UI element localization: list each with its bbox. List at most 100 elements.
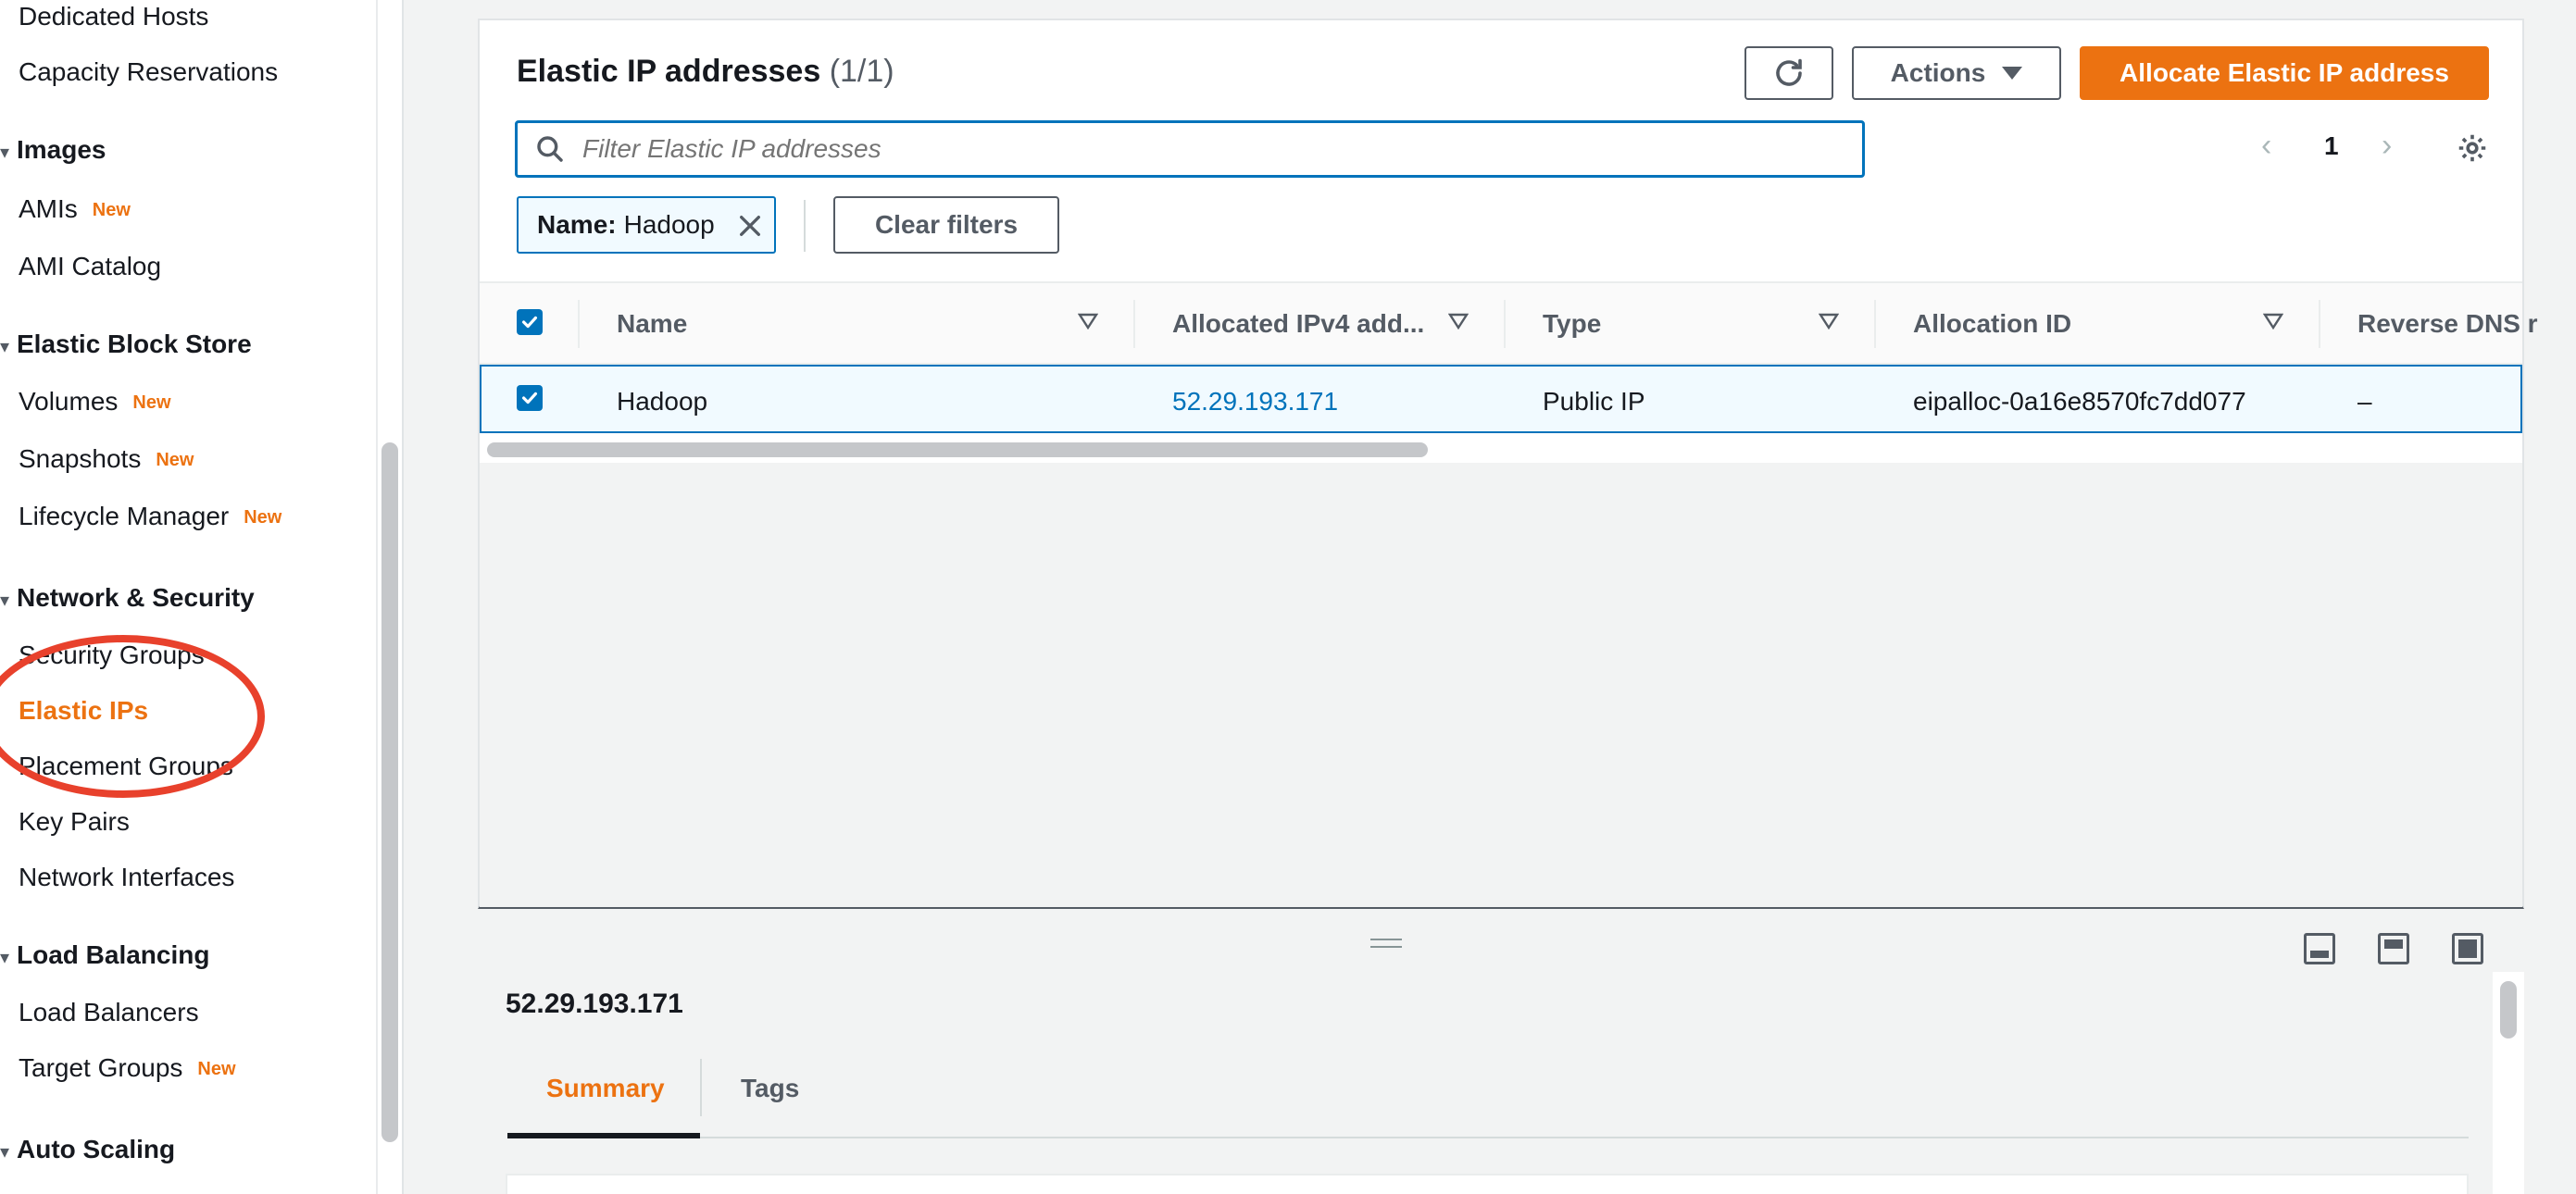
- split-panel-side-icon[interactable]: [2378, 933, 2409, 964]
- sidebar-item-network-interfaces[interactable]: Network Interfaces: [19, 863, 234, 892]
- actions-label: Actions: [1890, 58, 1986, 87]
- sort-icon[interactable]: [1077, 313, 1099, 334]
- table-empty-area: [480, 463, 2522, 907]
- sort-icon[interactable]: [1818, 313, 1840, 334]
- sidebar-item-key-pairs[interactable]: Key Pairs: [19, 807, 130, 837]
- filter-token-value: Hadoop: [623, 210, 715, 239]
- sort-icon[interactable]: [2262, 313, 2284, 334]
- section-label: Elastic Block Store: [17, 330, 252, 358]
- filter-token: Name: Hadoop: [517, 196, 776, 254]
- elastic-ip-table-panel: Elastic IP addresses (1/1) Actions Alloc…: [478, 19, 2538, 909]
- column-separator[interactable]: [578, 300, 580, 348]
- caret-down-icon: ▾: [0, 143, 10, 163]
- sidebar-item-label: Snapshots: [19, 444, 142, 473]
- tabs-divider: [507, 1137, 2469, 1138]
- table-row[interactable]: Hadoop 52.29.193.171 Public IP eipalloc-…: [480, 365, 2522, 433]
- sidebar-section-ebs[interactable]: ▾ Elastic Block Store: [0, 330, 252, 359]
- sidebar-item-dedicated-hosts[interactable]: Dedicated Hosts: [19, 2, 208, 31]
- detail-scrollbar-thumb[interactable]: [2500, 981, 2517, 1039]
- new-badge: New: [156, 450, 194, 470]
- select-all-checkbox[interactable]: [517, 309, 543, 335]
- section-label: Load Balancing: [17, 940, 210, 969]
- sidebar-nav: Dedicated Hosts Capacity Reservations ▾ I…: [0, 0, 378, 1194]
- column-separator[interactable]: [1874, 300, 1876, 348]
- filter-search-box[interactable]: [515, 120, 1865, 178]
- search-icon: [518, 123, 582, 175]
- refresh-icon: [1776, 58, 1802, 86]
- filter-input[interactable]: [582, 134, 1786, 164]
- cell-allocation-id: eipalloc-0a16e8570fc7dd077: [1913, 387, 2246, 416]
- item-count: (1/1): [829, 54, 894, 89]
- sidebar-item-snapshots[interactable]: Snapshots New: [19, 444, 194, 474]
- caret-down-icon: ▾: [0, 337, 10, 357]
- sidebar-item-ami-catalog[interactable]: AMI Catalog: [19, 252, 161, 281]
- sidebar-item-amis[interactable]: AMIs New: [19, 194, 131, 224]
- sidebar-section-auto-scaling[interactable]: ▾ Auto Scaling: [0, 1135, 175, 1164]
- sidebar-item-volumes[interactable]: Volumes New: [19, 387, 171, 417]
- sidebar-item-load-balancers[interactable]: Load Balancers: [19, 998, 199, 1027]
- table-scrollbar-thumb[interactable]: [487, 442, 1428, 457]
- column-separator[interactable]: [1504, 300, 1506, 348]
- cell-reverse-dns: –: [2357, 387, 2372, 416]
- caret-down-icon: ▾: [0, 1142, 10, 1163]
- table-header: Name Allocated IPv4 add... Type Allocati…: [480, 281, 2538, 365]
- column-header-allocated-ipv4[interactable]: Allocated IPv4 add...: [1172, 309, 1424, 339]
- tab-summary[interactable]: Summary: [546, 1074, 665, 1103]
- split-panel-resize-handle[interactable]: [1370, 939, 1402, 948]
- column-header-allocation-id[interactable]: Allocation ID: [1913, 309, 2071, 339]
- detail-panel-title: 52.29.193.171: [506, 989, 683, 1019]
- caret-down-icon: ▾: [0, 948, 10, 968]
- active-tab-indicator: [507, 1133, 700, 1138]
- sidebar-item-target-groups[interactable]: Target Groups New: [19, 1053, 236, 1083]
- page-title-text: Elastic IP addresses: [517, 54, 821, 89]
- caret-down-icon: [2002, 67, 2023, 80]
- actions-button[interactable]: Actions: [1852, 46, 2061, 100]
- split-panel-bottom-icon[interactable]: [2304, 933, 2335, 964]
- sidebar-item-label: Lifecycle Manager: [19, 502, 230, 530]
- cell-type: Public IP: [1543, 387, 1645, 416]
- new-badge: New: [244, 507, 282, 528]
- check-icon: [521, 392, 538, 404]
- split-panel-full-icon[interactable]: [2452, 933, 2483, 964]
- check-icon: [521, 316, 538, 329]
- cell-ip-link[interactable]: 52.29.193.171: [1172, 387, 1338, 417]
- column-header-type[interactable]: Type: [1543, 309, 1601, 339]
- section-label: Images: [17, 135, 106, 164]
- divider: [804, 200, 806, 252]
- sidebar-section-images[interactable]: ▾ Images: [0, 135, 106, 165]
- new-badge: New: [92, 200, 131, 220]
- sidebar-section-network-security[interactable]: ▾ Network & Security: [0, 583, 255, 613]
- close-icon[interactable]: [737, 213, 763, 245]
- column-separator[interactable]: [2319, 300, 2320, 348]
- sidebar-item-capacity-reservations[interactable]: Capacity Reservations: [19, 57, 278, 87]
- pagination-page-number[interactable]: 1: [2324, 131, 2339, 161]
- sidebar-item-label: AMIs: [19, 194, 78, 223]
- page-title: Elastic IP addresses (1/1): [517, 54, 894, 90]
- new-badge: New: [132, 392, 171, 413]
- column-header-reverse-dns[interactable]: Reverse DNS r: [2357, 309, 2538, 339]
- divider: [700, 1059, 702, 1116]
- sort-icon[interactable]: [1447, 313, 1469, 334]
- filter-token-key: Name:: [537, 210, 617, 239]
- column-header-name[interactable]: Name: [617, 309, 687, 339]
- row-checkbox[interactable]: [517, 385, 543, 411]
- section-label: Network & Security: [17, 583, 255, 612]
- sidebar-scrollbar-thumb[interactable]: [381, 442, 398, 1142]
- sidebar-section-load-balancing[interactable]: ▾ Load Balancing: [0, 940, 209, 970]
- sidebar-item-label: Volumes: [19, 387, 119, 416]
- detail-content-box: [506, 1174, 2469, 1194]
- new-badge: New: [197, 1059, 236, 1079]
- pagination-next-icon[interactable]: ›: [2382, 128, 2392, 164]
- sidebar-item-label: Target Groups: [19, 1053, 183, 1082]
- refresh-button[interactable]: [1744, 46, 1833, 100]
- tab-tags[interactable]: Tags: [741, 1074, 799, 1103]
- allocate-elastic-ip-button[interactable]: Allocate Elastic IP address: [2080, 46, 2489, 100]
- section-label: Auto Scaling: [17, 1135, 176, 1163]
- column-separator[interactable]: [1133, 300, 1135, 348]
- pagination-prev-icon[interactable]: ‹: [2261, 128, 2271, 164]
- caret-down-icon: ▾: [0, 591, 10, 611]
- clear-filters-button[interactable]: Clear filters: [833, 196, 1059, 254]
- sidebar-item-lifecycle-manager[interactable]: Lifecycle Manager New: [19, 502, 281, 531]
- gear-icon[interactable]: [2456, 131, 2489, 169]
- cell-name: Hadoop: [617, 387, 708, 416]
